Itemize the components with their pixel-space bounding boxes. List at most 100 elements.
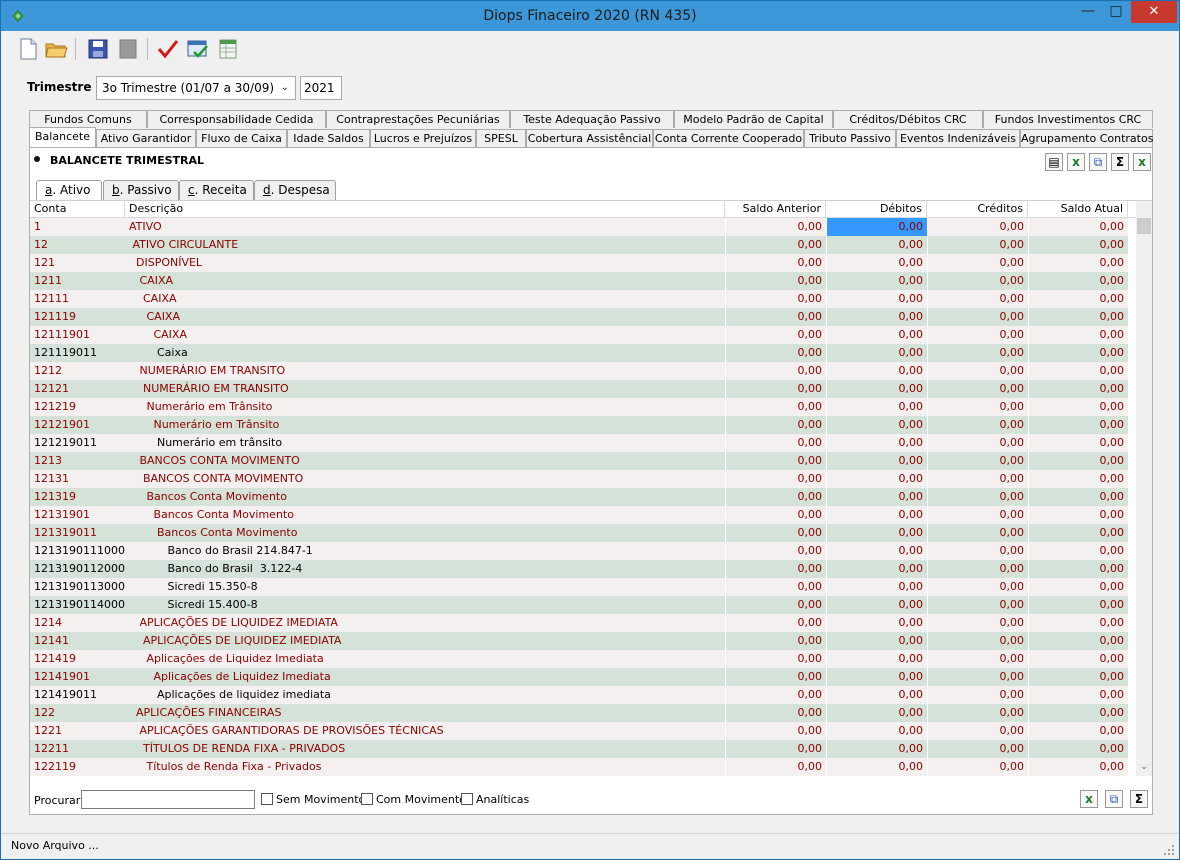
- document-icon[interactable]: ▤: [1045, 153, 1063, 171]
- cell-saldo-atual[interactable]: 0,00: [1028, 290, 1128, 308]
- validate-check-icon[interactable]: [155, 36, 181, 62]
- table-row[interactable]: 122 APLICAÇÕES FINANCEIRAS 0,00 0,00 0,00 0,…: [30, 704, 1128, 722]
- table-row[interactable]: 12121901 Numerário em Trânsito 0,00 0,00 0,…: [30, 416, 1128, 434]
- cell-creditos[interactable]: 0,00: [927, 272, 1028, 290]
- cell-creditos[interactable]: 0,00: [927, 758, 1028, 776]
- cell-saldo-atual[interactable]: 0,00: [1028, 632, 1128, 650]
- cell-debitos[interactable]: 0,00: [826, 326, 927, 344]
- cell-saldo-atual[interactable]: 0,00: [1028, 218, 1128, 236]
- cell-creditos[interactable]: 0,00: [927, 326, 1028, 344]
- cell-creditos[interactable]: 0,00: [927, 578, 1028, 596]
- cell-conta[interactable]: 12121: [30, 380, 125, 398]
- cell-conta[interactable]: 121219011: [30, 434, 125, 452]
- cell-debitos[interactable]: 0,00: [826, 596, 927, 614]
- cell-creditos[interactable]: 0,00: [927, 380, 1028, 398]
- tab-balancete[interactable]: Balancete: [29, 127, 96, 147]
- col-header-saldo-atual[interactable]: Saldo Atual: [1028, 201, 1128, 218]
- cell-debitos[interactable]: 0,00: [826, 722, 927, 740]
- cell-saldo-anterior[interactable]: 0,00: [725, 218, 826, 236]
- cell-creditos[interactable]: 0,00: [927, 398, 1028, 416]
- cell-debitos[interactable]: 0,00: [826, 758, 927, 776]
- disabled-tool-icon[interactable]: [115, 36, 141, 62]
- cell-saldo-anterior[interactable]: 0,00: [725, 542, 826, 560]
- table-row[interactable]: 12111 CAIXA 0,00 0,00 0,00 0,00: [30, 290, 1128, 308]
- cell-conta[interactable]: 1211: [30, 272, 125, 290]
- cell-creditos[interactable]: 0,00: [927, 290, 1028, 308]
- cell-creditos[interactable]: 0,00: [927, 506, 1028, 524]
- cell-descricao[interactable]: Sicredi 15.400-8: [125, 596, 725, 614]
- cell-descricao[interactable]: NUMERÁRIO EM TRANSITO: [125, 380, 725, 398]
- cell-saldo-atual[interactable]: 0,00: [1028, 236, 1128, 254]
- cell-debitos[interactable]: 0,00: [826, 542, 927, 560]
- cell-saldo-anterior[interactable]: 0,00: [725, 380, 826, 398]
- resize-grip-icon[interactable]: [1163, 844, 1175, 856]
- cell-saldo-anterior[interactable]: 0,00: [725, 740, 826, 758]
- cell-debitos[interactable]: 0,00: [826, 704, 927, 722]
- generate-report-icon[interactable]: [185, 36, 211, 62]
- tab-fundos-comuns[interactable]: Fundos Comuns: [29, 110, 147, 128]
- table-row[interactable]: 121 DISPONÍVEL 0,00 0,00 0,00 0,00: [30, 254, 1128, 272]
- cell-saldo-anterior[interactable]: 0,00: [725, 524, 826, 542]
- cell-creditos[interactable]: 0,00: [927, 254, 1028, 272]
- cell-conta[interactable]: 12: [30, 236, 125, 254]
- table-row[interactable]: 12111901 CAIXA 0,00 0,00 0,00 0,00: [30, 326, 1128, 344]
- cell-creditos[interactable]: 0,00: [927, 452, 1028, 470]
- cell-creditos[interactable]: 0,00: [927, 362, 1028, 380]
- cell-saldo-anterior[interactable]: 0,00: [725, 398, 826, 416]
- trimestre-select[interactable]: 3o Trimestre (01/07 a 30/09) ⌄: [96, 76, 296, 100]
- tab-contraprestacoes-pecuniarias[interactable]: Contraprestações Pecuniárias: [326, 110, 510, 128]
- cell-saldo-anterior[interactable]: 0,00: [725, 236, 826, 254]
- table-row[interactable]: 1214 APLICAÇÕES DE LIQUIDEZ IMEDIATA 0,00…: [30, 614, 1128, 632]
- col-header-saldo-anterior[interactable]: Saldo Anterior: [725, 201, 826, 218]
- cell-descricao[interactable]: Banco do Brasil 214.847-1: [125, 542, 725, 560]
- cell-conta[interactable]: 121419011: [30, 686, 125, 704]
- cell-saldo-atual[interactable]: 0,00: [1028, 506, 1128, 524]
- close-button[interactable]: ✕: [1131, 1, 1177, 23]
- cell-debitos[interactable]: 0,00: [826, 614, 927, 632]
- subtab-receita[interactable]: c. Receita: [179, 180, 254, 200]
- cell-descricao[interactable]: CAIXA: [125, 290, 725, 308]
- cell-conta[interactable]: 1214: [30, 614, 125, 632]
- balancete-grid[interactable]: Conta Descrição Saldo Anterior Débitos C…: [30, 200, 1152, 776]
- cell-saldo-atual[interactable]: 0,00: [1028, 524, 1128, 542]
- cell-creditos[interactable]: 0,00: [927, 632, 1028, 650]
- cell-debitos[interactable]: 0,00: [826, 524, 927, 542]
- cell-saldo-anterior[interactable]: 0,00: [725, 290, 826, 308]
- cell-saldo-atual[interactable]: 0,00: [1028, 740, 1128, 758]
- table-row[interactable]: 1213 BANCOS CONTA MOVIMENTO 0,00 0,00 0,00 0…: [30, 452, 1128, 470]
- cell-debitos[interactable]: 0,00: [826, 668, 927, 686]
- cell-conta[interactable]: 12121901: [30, 416, 125, 434]
- cell-saldo-atual[interactable]: 0,00: [1028, 308, 1128, 326]
- table-row[interactable]: 1213190112000 Banco do Brasil 3.122-4 0,0…: [30, 560, 1128, 578]
- cell-saldo-anterior[interactable]: 0,00: [725, 308, 826, 326]
- table-row[interactable]: 12211 TÍTULOS DE RENDA FIXA - PRIVADOS 0,…: [30, 740, 1128, 758]
- cell-descricao[interactable]: CAIXA: [125, 326, 725, 344]
- cell-debitos[interactable]: 0,00: [826, 506, 927, 524]
- cell-saldo-anterior[interactable]: 0,00: [725, 650, 826, 668]
- cell-saldo-atual[interactable]: 0,00: [1028, 470, 1128, 488]
- tab-lucros-prejuizos[interactable]: Lucros e Prejuízos: [370, 129, 476, 147]
- cell-debitos[interactable]: 0,00: [826, 578, 927, 596]
- new-file-icon[interactable]: [15, 36, 41, 62]
- cell-saldo-atual[interactable]: 0,00: [1028, 398, 1128, 416]
- cell-creditos[interactable]: 0,00: [927, 560, 1028, 578]
- cell-descricao[interactable]: Numerário em Trânsito: [125, 398, 725, 416]
- cell-creditos[interactable]: 0,00: [927, 218, 1028, 236]
- cell-saldo-atual[interactable]: 0,00: [1028, 488, 1128, 506]
- excel-import-icon[interactable]: x: [1133, 153, 1151, 171]
- cell-debitos[interactable]: 0,00: [826, 272, 927, 290]
- cell-conta[interactable]: 12211: [30, 740, 125, 758]
- cell-creditos[interactable]: 0,00: [927, 614, 1028, 632]
- cell-saldo-anterior[interactable]: 0,00: [725, 416, 826, 434]
- cell-descricao[interactable]: Sicredi 15.350-8: [125, 578, 725, 596]
- cell-saldo-anterior[interactable]: 0,00: [725, 560, 826, 578]
- cell-saldo-anterior[interactable]: 0,00: [725, 506, 826, 524]
- cell-saldo-anterior[interactable]: 0,00: [725, 722, 826, 740]
- cell-conta[interactable]: 12131901: [30, 506, 125, 524]
- cell-debitos[interactable]: 0,00: [826, 254, 927, 272]
- cell-conta[interactable]: 12131: [30, 470, 125, 488]
- cell-conta[interactable]: 12111901: [30, 326, 125, 344]
- cell-saldo-atual[interactable]: 0,00: [1028, 650, 1128, 668]
- copy-icon[interactable]: ⧉: [1089, 153, 1107, 171]
- cell-saldo-atual[interactable]: 0,00: [1028, 344, 1128, 362]
